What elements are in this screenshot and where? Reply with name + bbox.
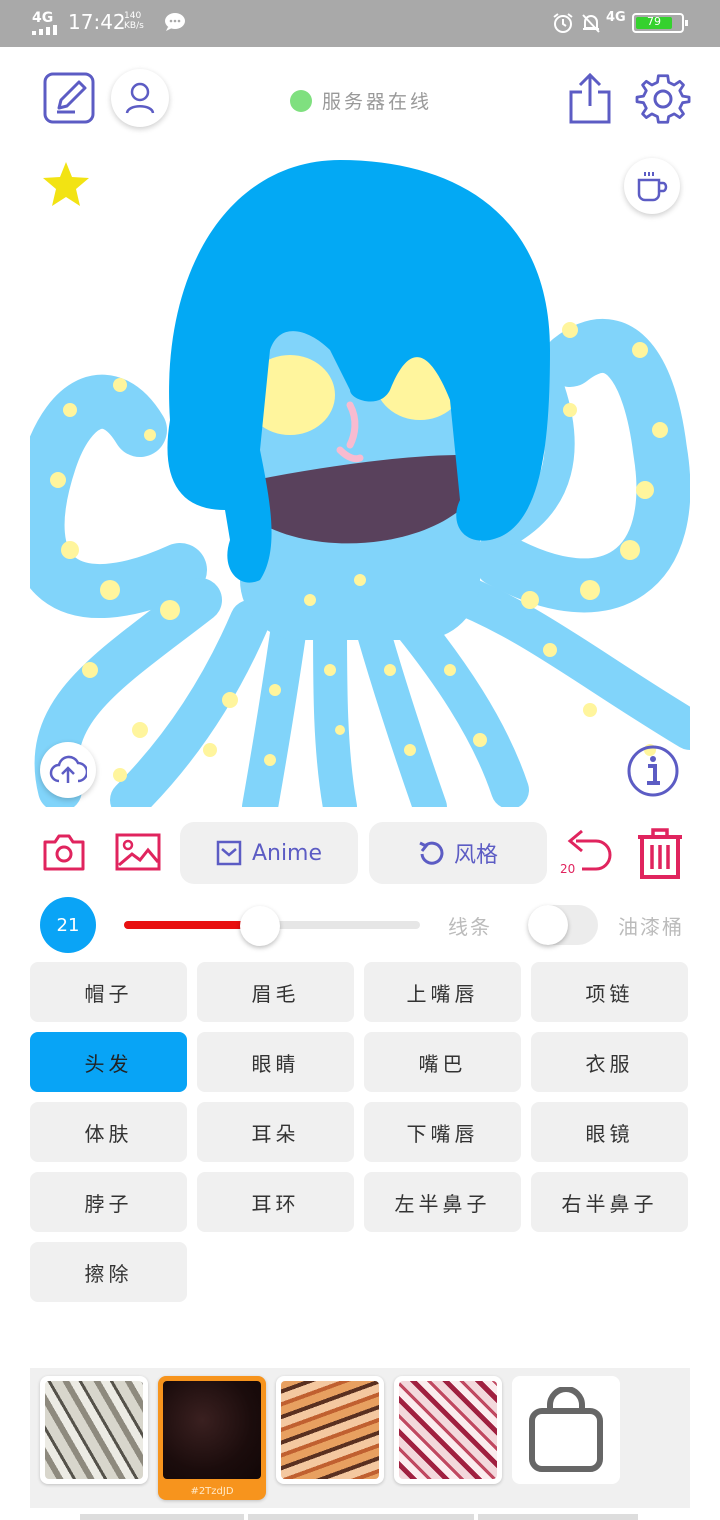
octopus-drawing <box>30 160 690 807</box>
part-button[interactable]: 嘴巴 <box>364 1032 521 1092</box>
anime-label: Anime <box>251 840 323 866</box>
scroll-indicator <box>80 1514 244 1520</box>
style-thumb-selected[interactable]: #2TzdJD <box>158 1376 266 1500</box>
star-icon[interactable] <box>41 160 91 208</box>
style-thumb[interactable] <box>394 1376 502 1484</box>
network-type: 4G <box>32 10 54 26</box>
style-thumb[interactable] <box>40 1376 148 1484</box>
mute-bell-icon <box>582 14 600 33</box>
clock: 17:42 <box>68 10 126 34</box>
online-indicator <box>290 89 312 112</box>
tool-row: Anime 风格 <box>0 818 720 888</box>
part-button[interactable]: 耳朵 <box>197 1102 354 1162</box>
part-button[interactable]: 擦除 <box>30 1242 187 1302</box>
part-button[interactable]: 眼镜 <box>531 1102 688 1162</box>
edit-button[interactable] <box>40 69 98 127</box>
style-code: #2TzdJD <box>190 1486 234 1497</box>
coffee-button[interactable] <box>624 158 680 214</box>
gallery-button[interactable] <box>112 830 164 874</box>
part-button[interactable]: 项链 <box>531 962 688 1022</box>
scroll-indicator <box>248 1514 474 1520</box>
part-button[interactable]: 下嘴唇 <box>364 1102 521 1162</box>
brush-size-badge[interactable]: 21 <box>40 897 96 953</box>
upload-button[interactable] <box>40 742 96 798</box>
top-bar: 服务器在线 <box>0 47 720 147</box>
style-label: 风格 <box>453 843 498 868</box>
brush-row: 21 线条 油漆桶 <box>0 895 720 955</box>
slider-knob[interactable] <box>240 906 281 946</box>
camera-icon <box>43 834 85 871</box>
part-button[interactable]: 体肤 <box>30 1102 187 1162</box>
anime-button[interactable]: Anime <box>180 822 358 884</box>
camera-button[interactable] <box>40 830 88 874</box>
bucket-toggle[interactable] <box>528 905 598 945</box>
message-icon <box>165 13 185 31</box>
user-button[interactable] <box>111 69 169 127</box>
server-status: 服务器在线 <box>290 87 432 114</box>
style-strip: #2TzdJD <box>30 1368 690 1508</box>
alarm-icon <box>553 13 573 33</box>
cloud-upload-icon <box>49 755 87 783</box>
bucket-mode-label: 油漆桶 <box>618 915 684 939</box>
undo-count: 20 <box>560 862 576 876</box>
drawing-canvas[interactable] <box>30 150 690 807</box>
status-bar: 4G 17:42 140 KB/s 4G 79 <box>0 0 720 47</box>
signal-icon <box>32 25 57 35</box>
part-button[interactable]: 帽子 <box>30 962 187 1022</box>
battery-icon: 79 <box>632 13 688 33</box>
store-button[interactable] <box>512 1376 620 1484</box>
line-mode-label: 线条 <box>448 915 492 939</box>
part-button[interactable]: 衣服 <box>531 1032 688 1092</box>
info-icon[interactable] <box>626 744 680 798</box>
part-button[interactable]: 耳环 <box>197 1172 354 1232</box>
settings-button[interactable] <box>634 71 692 129</box>
coffee-cup-icon <box>637 172 668 202</box>
brush-size-slider[interactable] <box>124 906 420 946</box>
shopping-bag-icon <box>529 1387 603 1472</box>
battery-level: 79 <box>647 15 661 28</box>
edit-icon <box>43 72 95 124</box>
server-status-text: 服务器在线 <box>322 91 433 113</box>
part-button[interactable]: 头发 <box>30 1032 187 1092</box>
net-speed: 140 KB/s <box>124 11 144 31</box>
part-button[interactable]: 脖子 <box>30 1172 187 1232</box>
part-button[interactable]: 右半鼻子 <box>531 1172 688 1232</box>
rotate-icon <box>419 841 444 865</box>
gear-icon <box>635 74 691 124</box>
share-icon <box>569 72 611 124</box>
style-button[interactable]: 风格 <box>369 822 547 884</box>
toggle-knob <box>528 905 568 945</box>
delete-button[interactable] <box>634 824 686 882</box>
checkbox-icon <box>216 840 242 866</box>
user-icon <box>125 82 155 114</box>
trash-icon <box>638 828 682 879</box>
part-button[interactable]: 眉毛 <box>197 962 354 1022</box>
part-button[interactable]: 上嘴唇 <box>364 962 521 1022</box>
part-button[interactable]: 左半鼻子 <box>364 1172 521 1232</box>
scroll-indicator <box>478 1514 638 1520</box>
share-button[interactable] <box>564 71 616 127</box>
image-icon <box>115 833 161 871</box>
network-type-right: 4G <box>606 10 626 25</box>
part-button[interactable]: 眼睛 <box>197 1032 354 1092</box>
style-thumb[interactable] <box>276 1376 384 1484</box>
